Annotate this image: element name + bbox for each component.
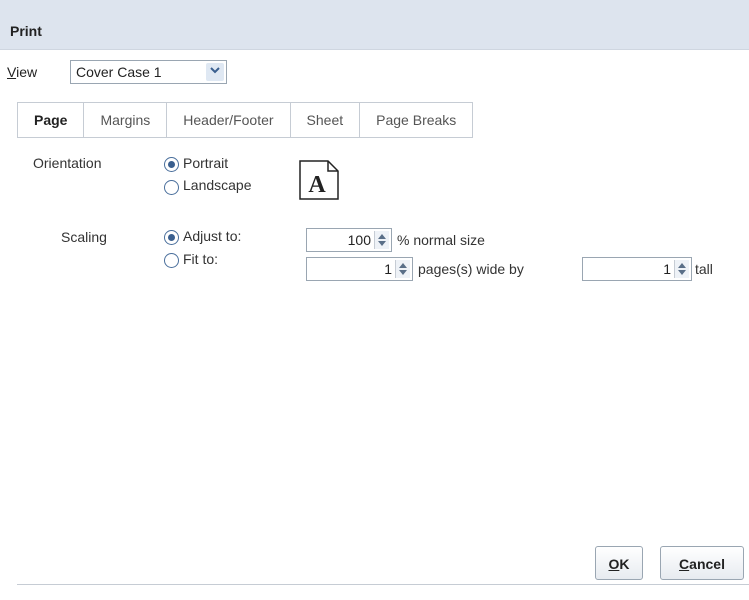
- tab-header-footer[interactable]: Header/Footer: [166, 103, 289, 137]
- view-label: View: [7, 64, 38, 80]
- adjust-to-radio[interactable]: [164, 230, 179, 245]
- dialog-bottom-divider: [17, 584, 749, 585]
- portrait-page-icon: A: [299, 160, 339, 200]
- portrait-label: Portrait: [183, 155, 229, 171]
- tab-margins[interactable]: Margins: [83, 103, 166, 137]
- landscape-label: Landscape: [183, 177, 252, 193]
- fit-tall-value: 1: [663, 261, 671, 277]
- fit-wide-value: 1: [384, 261, 392, 277]
- stepper-arrows-icon[interactable]: [674, 260, 689, 278]
- dialog-title: Print: [10, 23, 42, 39]
- fit-wide-suffix: pages(s) wide by: [418, 261, 524, 277]
- fit-to-radio[interactable]: [164, 253, 179, 268]
- fit-to-label: Fit to:: [183, 251, 219, 267]
- scaling-label: Scaling: [61, 229, 107, 245]
- tab-sheet[interactable]: Sheet: [289, 103, 360, 137]
- stepper-arrows-icon[interactable]: [374, 231, 389, 249]
- fit-tall-stepper[interactable]: 1: [582, 257, 692, 281]
- portrait-radio[interactable]: [164, 157, 179, 172]
- tab-page-breaks[interactable]: Page Breaks: [359, 103, 472, 137]
- ok-button[interactable]: OK: [595, 546, 643, 580]
- view-select[interactable]: Cover Case 1: [70, 60, 227, 84]
- adjust-to-value: 100: [347, 232, 371, 248]
- tab-page[interactable]: Page: [18, 103, 83, 137]
- tab-bar: Page Margins Header/Footer Sheet Page Br…: [17, 102, 474, 138]
- landscape-radio[interactable]: [164, 180, 179, 195]
- orientation-label: Orientation: [33, 155, 102, 171]
- stepper-arrows-icon[interactable]: [395, 260, 410, 278]
- chevron-down-icon[interactable]: [206, 63, 224, 81]
- cancel-button[interactable]: Cancel: [660, 546, 744, 580]
- fit-tall-suffix: tall: [695, 261, 713, 277]
- fit-wide-stepper[interactable]: 1: [306, 257, 413, 281]
- dialog-titlebar: Print: [0, 0, 749, 50]
- adjust-to-suffix: % normal size: [397, 232, 485, 248]
- adjust-to-stepper[interactable]: 100: [306, 228, 392, 252]
- svg-text:A: A: [308, 172, 326, 198]
- view-select-value: Cover Case 1: [76, 64, 162, 80]
- adjust-to-label: Adjust to:: [183, 228, 242, 244]
